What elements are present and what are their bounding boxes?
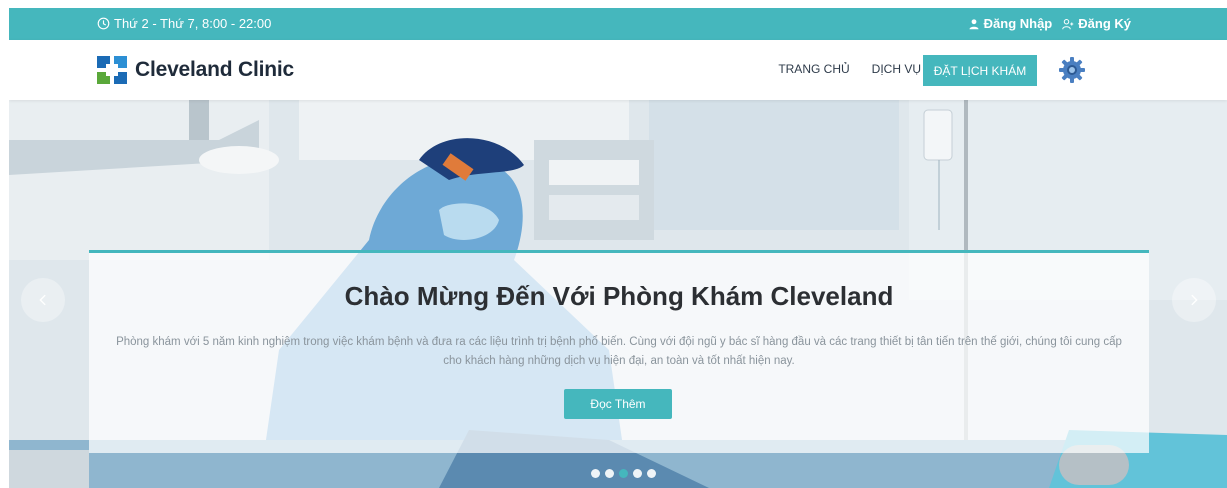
hero-description: Phòng khám với 5 năm kinh nghiệm trong v… — [116, 336, 1122, 367]
slider-dot[interactable] — [633, 469, 642, 478]
chevron-left-icon — [39, 294, 46, 306]
brand-name: Cleveland Clinic — [135, 58, 295, 81]
hero-caption: Chào Mừng Đến Với Phòng Khám Cleveland P… — [89, 250, 1149, 453]
login-label: Đăng Nhập — [983, 16, 1053, 31]
slider-dot[interactable] — [647, 469, 656, 478]
main-navbar: Cleveland Clinic TRANG CHỦ DỊCH VỤ ĐẶT L… — [9, 40, 1227, 100]
clock-icon — [97, 17, 110, 30]
nav-services[interactable]: DỊCH VỤ — [872, 62, 921, 76]
book-appointment-button[interactable]: ĐẶT LỊCH KHÁM — [923, 55, 1037, 86]
opening-hours-text: Thứ 2 - Thứ 7, 8:00 - 22:00 — [114, 16, 272, 31]
cleveland-logo-icon — [97, 56, 127, 84]
nav-home[interactable]: TRANG CHỦ — [778, 62, 849, 76]
auth-links: Đăng Nhập Đăng Ký — [968, 16, 1131, 31]
chevron-right-icon — [1191, 294, 1198, 306]
slider-dot[interactable] — [591, 469, 600, 478]
opening-hours: Thứ 2 - Thứ 7, 8:00 - 22:00 — [97, 16, 271, 31]
slider-dot[interactable] — [605, 469, 614, 478]
brand-logo[interactable]: Cleveland Clinic — [97, 56, 294, 84]
hero-title: Chào Mừng Đến Với Phòng Khám Cleveland — [344, 281, 894, 311]
slider-indicators — [591, 469, 656, 478]
user-icon — [969, 18, 979, 29]
user-plus-icon — [1062, 18, 1074, 29]
nav-links: TRANG CHỦ DỊCH VỤ — [778, 62, 921, 76]
hero-slider: Chào Mừng Đến Với Phòng Khám Cleveland P… — [9, 100, 1227, 488]
login-link[interactable]: Đăng Nhập — [968, 16, 1053, 31]
slider-next-button[interactable] — [1172, 278, 1216, 322]
slider-dot[interactable] — [619, 469, 628, 478]
read-more-button[interactable]: Đọc Thêm — [564, 389, 672, 419]
top-info-bar: Thứ 2 - Thứ 7, 8:00 - 22:00 Đăng Nhập Đă… — [9, 8, 1227, 40]
register-label: Đăng Ký — [1078, 16, 1131, 31]
slider-prev-button[interactable] — [21, 278, 65, 322]
gear-icon[interactable] — [1058, 56, 1086, 84]
page: Thứ 2 - Thứ 7, 8:00 - 22:00 Đăng Nhập Đă… — [9, 8, 1227, 488]
register-link[interactable]: Đăng Ký — [1062, 16, 1131, 31]
